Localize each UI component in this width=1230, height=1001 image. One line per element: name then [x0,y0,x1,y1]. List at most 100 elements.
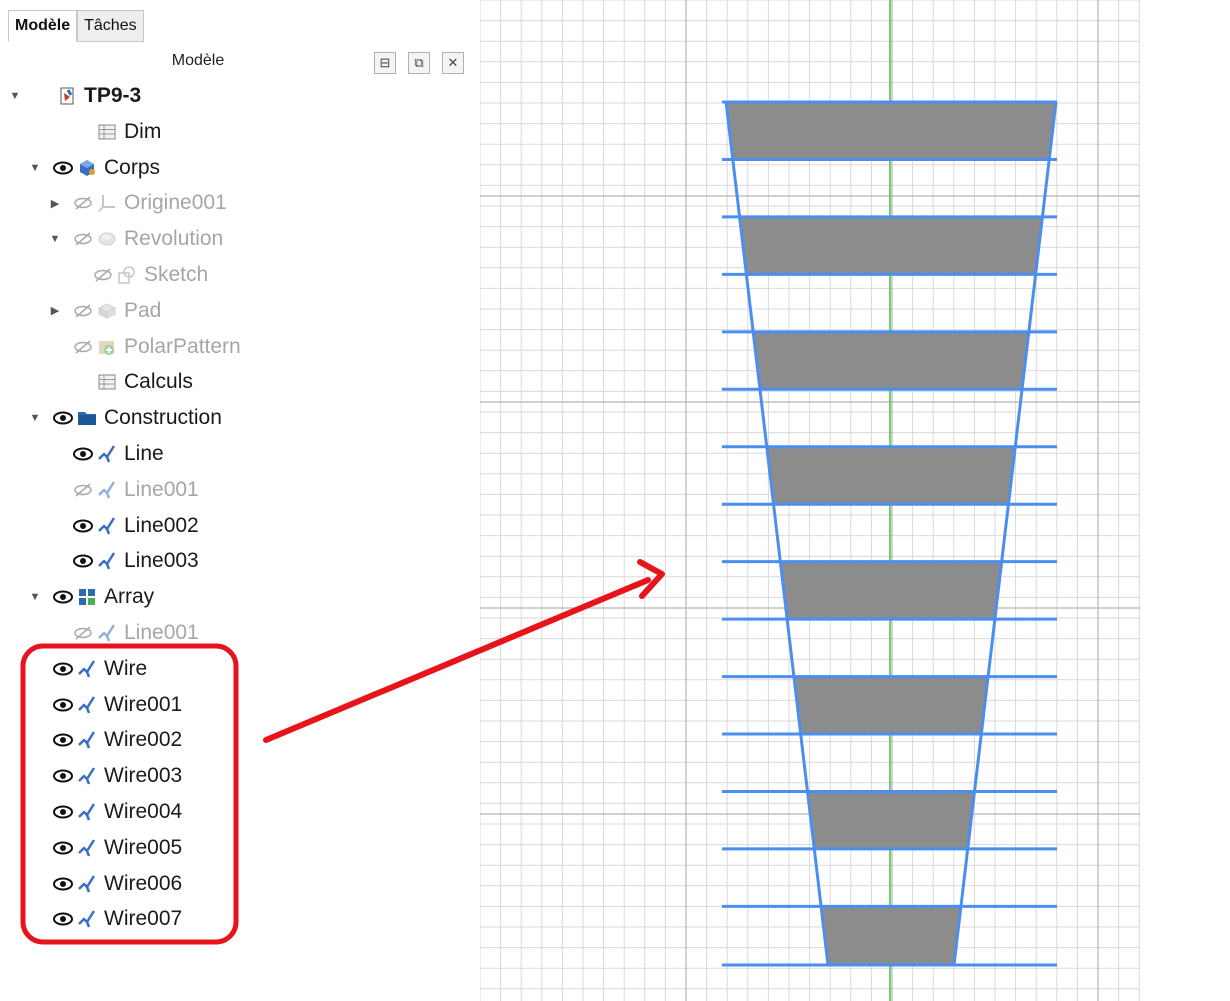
panel-title: Modèle [171,52,225,69]
3d-viewport[interactable] [480,0,1140,1001]
tree-item-wire003[interactable]: Wire003 [0,758,480,794]
eye-icon[interactable] [52,694,74,716]
tree-item-label: Array [104,585,155,609]
tree-item-label: PolarPattern [124,334,241,358]
tree-item-revolution[interactable]: ▼ Revolution [0,221,480,257]
tree-item-calculs[interactable]: Calculs [0,364,480,400]
tree-item-label: Construction [104,406,222,430]
polar-pattern-icon [96,336,118,358]
tree-item-label: TP9-3 [84,84,142,107]
tree-item-label: Wire [104,656,148,680]
viewport-canvas[interactable] [480,0,1140,1001]
eye-hidden-icon[interactable] [92,264,114,286]
eye-icon[interactable] [52,586,74,608]
pad-icon [96,300,118,322]
tree-item-wire001[interactable]: Wire001 [0,687,480,723]
origin-icon [96,192,118,214]
wire-icon [76,801,98,823]
eye-hidden-icon[interactable] [72,300,94,322]
wire-icon [96,622,118,644]
tree-item-line[interactable]: Line [0,436,480,472]
tree-item-label: Dim [124,119,162,143]
tree-item-sketch[interactable]: Sketch [0,257,480,293]
tree-item-tp9-3[interactable]: ▼ TP9-3 [0,78,480,114]
tree-item-label: Wire003 [104,764,183,788]
tree-item-construction[interactable]: ▼ Construction [0,400,480,436]
eye-icon[interactable] [72,550,94,572]
eye-hidden-icon[interactable] [72,192,94,214]
wire-icon [96,443,118,465]
eye-icon[interactable] [52,407,74,429]
tree-item-label: Sketch [144,263,209,286]
wire-icon [96,550,118,572]
tree-item-label: Pad [124,298,162,322]
tree-item-line001[interactable]: Line001 [0,472,480,508]
tree-item-wire[interactable]: Wire [0,651,480,687]
eye-hidden-icon[interactable] [72,622,94,644]
tree-item-label: Wire006 [104,871,183,895]
wire-icon [76,873,98,895]
eye-icon[interactable] [52,765,74,787]
eye-icon[interactable] [52,801,74,823]
tree-item-label: Wire002 [104,728,183,752]
eye-hidden-icon[interactable] [72,479,94,501]
tree-item-line003[interactable]: Line003 [0,543,480,579]
body-icon [76,157,98,179]
eye-icon[interactable] [52,157,74,179]
tree-item-array[interactable]: ▼ Array [0,579,480,615]
tree-item-pad[interactable]: ▶ Pad [0,293,480,329]
tree-item-label: Line003 [124,549,199,573]
tree-item-dim[interactable]: Dim [0,114,480,150]
eye-hidden-icon[interactable] [72,336,94,358]
collapse-arrow-icon[interactable]: ▼ [28,412,42,424]
eye-icon[interactable] [52,908,74,930]
undock-button[interactable]: ⧉ [408,52,430,74]
array-icon [76,586,98,608]
panel-header: Modèle ⊟ ⧉ ✕ [0,48,480,78]
tab-taches[interactable]: Tâches [77,10,144,42]
model-panel: Modèle Tâches Modèle ⊟ ⧉ ✕ ▼ TP9-3 Dim ▼ Cor… [0,0,480,1001]
tree-item-polarpattern[interactable]: PolarPattern [0,329,480,365]
collapse-arrow-icon[interactable]: ▼ [28,162,42,174]
tree-item-line001[interactable]: Line001 [0,615,480,651]
float-button[interactable]: ⊟ [374,52,396,74]
wire-icon [76,694,98,716]
section-band [793,676,989,735]
spreadsheet-icon [96,121,118,143]
section-band [807,791,975,849]
document-icon [56,85,78,107]
tree-item-label: Wire001 [104,692,183,716]
tree-item-label: Line001 [124,621,199,644]
eye-icon[interactable] [52,873,74,895]
collapse-arrow-icon[interactable]: ▼ [28,591,42,603]
collapse-arrow-icon[interactable]: ▼ [48,233,62,245]
eye-icon[interactable] [52,837,74,859]
collapse-arrow-icon[interactable]: ▼ [8,90,22,102]
tree-item-label: Line002 [124,513,199,537]
wire-icon [76,837,98,859]
tree-item-line002[interactable]: Line002 [0,508,480,544]
tab-modele[interactable]: Modèle [8,10,78,42]
section-band [780,561,1002,620]
eye-icon[interactable] [72,515,94,537]
folder-icon [76,407,98,429]
close-button[interactable]: ✕ [442,52,464,74]
tree-item-wire005[interactable]: Wire005 [0,830,480,866]
tree-item-origine001[interactable]: ▶ Origine001 [0,185,480,221]
wire-icon [76,765,98,787]
eye-hidden-icon[interactable] [72,228,94,250]
tree-item-wire007[interactable]: Wire007 [0,901,480,937]
viewport-margin [1140,0,1230,1001]
tree-item-label: Origine001 [124,191,227,215]
tree-item-label: Wire005 [104,835,183,859]
expand-arrow-icon[interactable]: ▶ [48,197,62,210]
eye-icon[interactable] [52,658,74,680]
tree-item-corps[interactable]: ▼ Corps [0,150,480,186]
eye-icon[interactable] [52,729,74,751]
tree-item-wire004[interactable]: Wire004 [0,794,480,830]
tree-item-wire006[interactable]: Wire006 [0,866,480,902]
expand-arrow-icon[interactable]: ▶ [48,304,62,317]
tree-item-wire002[interactable]: Wire002 [0,722,480,758]
section-band [766,446,1016,505]
eye-icon[interactable] [72,443,94,465]
